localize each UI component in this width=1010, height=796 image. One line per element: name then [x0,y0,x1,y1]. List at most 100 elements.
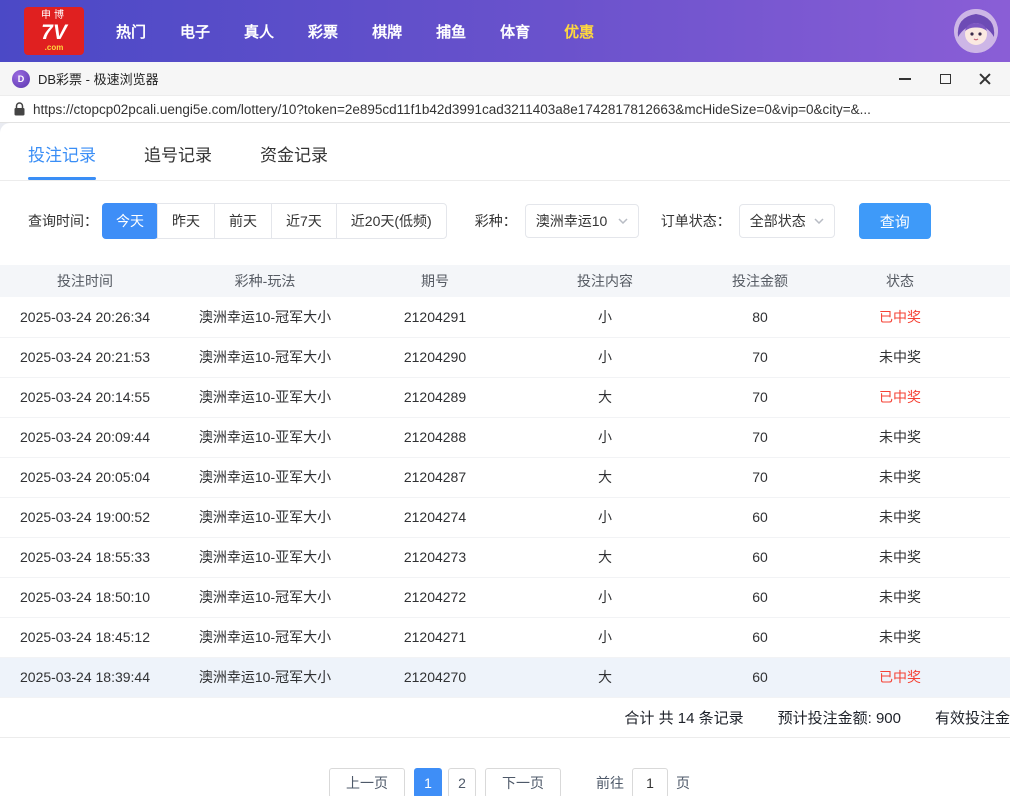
time-option[interactable]: 今天 [102,203,158,239]
minimize-icon[interactable] [898,72,912,86]
table-row: 2025-03-24 20:26:34 澳洲幸运10-冠军大小 21204291 小 8… [0,297,1010,338]
summary-expected-amount: 预计投注金额: 900 [777,709,901,727]
cell-content: 小 [510,577,700,618]
record-tabs: 投注记录 追号记录 资金记录 [0,123,1010,181]
main-nav: 热门 电子 真人 彩票 棋牌 捕鱼 体育 优惠 [114,15,596,48]
table-row: 2025-03-24 20:09:44 澳洲幸运10-亚军大小 21204288 小 7… [0,417,1010,458]
page-number[interactable]: 1 [414,767,442,796]
table-row: 2025-03-24 20:14:55 澳洲幸运10-亚军大小 21204289 大 7… [0,377,1010,418]
browser-favicon-icon: D [12,69,30,88]
table-row: 2025-03-24 19:00:52 澳洲幸运10-亚军大小 21204274 小 6… [0,497,1010,538]
time-option[interactable]: 前天 [214,204,271,238]
nav-item[interactable]: 真人 [242,15,276,48]
cell-status: 未中奖 [820,497,1010,538]
bet-table-body: 2025-03-24 20:26:34 澳洲幸运10-冠军大小 21204291 小 8… [0,297,1010,698]
table-row: 2025-03-24 18:45:12 澳洲幸运10-冠军大小 21204271 小 6… [0,617,1010,658]
header-content: 投注内容 [510,265,700,297]
tab-chase-records[interactable]: 追号记录 [144,141,212,180]
order-status-value: 全部状态 [749,213,806,229]
header-amount: 投注金额 [700,265,820,297]
cell-game: 澳洲幸运10-亚军大小 [170,537,360,578]
cell-issue: 21204290 [360,337,510,378]
content-panel: 投注记录 追号记录 资金记录 查询时间： 今天 昨天 前天 近7天 近20天(低频) 彩… [0,123,1010,796]
url-text[interactable]: https://ctopcp02pcali.uengi5e.com/lotter… [33,102,871,117]
cell-status: 已中奖 [820,377,1010,418]
cell-status: 未中奖 [820,337,1010,378]
table-header: 投注时间 彩种-玩法 期号 投注内容 投注金额 状态 [0,265,1010,297]
time-option[interactable]: 昨天 [157,204,214,238]
cell-status: 已中奖 [820,657,1010,698]
cell-time: 2025-03-24 18:45:12 [0,617,170,658]
tab-bet-records[interactable]: 投注记录 [28,141,96,180]
cell-amount: 60 [700,577,820,618]
cell-time: 2025-03-24 20:09:44 [0,417,170,458]
time-option[interactable]: 近20天(低频) [335,204,446,238]
query-button[interactable]: 查询 [858,203,931,239]
browser-urlbar[interactable]: https://ctopcp02pcali.uengi5e.com/lotter… [0,96,1010,123]
cell-game: 澳洲幸运10-冠军大小 [170,617,360,658]
page-numbers: 12 [414,767,476,796]
cell-amount: 80 [700,297,820,338]
nav-item[interactable]: 彩票 [306,15,340,48]
goto-page-input[interactable] [632,767,668,796]
nav-item[interactable]: 热门 [114,15,148,48]
cell-amount: 70 [700,417,820,458]
cell-game: 澳洲幸运10-冠军大小 [170,297,360,338]
tab-fund-records[interactable]: 资金记录 [260,141,328,180]
summary-bar: 合计 共 14 条记录 预计投注金额: 900 有效投注金 [0,698,1010,738]
cell-issue: 21204287 [360,457,510,498]
cell-amount: 70 [700,457,820,498]
header-game: 彩种-玩法 [170,265,360,297]
pagination: 上一页 12 下一页 前往 页 [0,767,1010,796]
lottery-filter-label: 彩种： [474,213,517,229]
user-avatar[interactable] [954,9,998,53]
cell-amount: 60 [700,617,820,658]
cell-game: 澳洲幸运10-冠军大小 [170,657,360,698]
cell-issue: 21204270 [360,657,510,698]
cell-issue: 21204291 [360,297,510,338]
nav-item[interactable]: 棋牌 [370,15,404,48]
nav-item[interactable]: 优惠 [562,15,596,48]
page-number[interactable]: 2 [448,767,476,796]
site-topnav: 申博 7V .com 热门 电子 真人 彩票 棋牌 捕鱼 体育 优惠 [0,0,1010,62]
cell-issue: 21204271 [360,617,510,658]
cell-content: 小 [510,337,700,378]
status-filter-label: 订单状态： [660,213,731,229]
cell-status: 未中奖 [820,577,1010,618]
cell-time: 2025-03-24 18:39:44 [0,657,170,698]
cell-status: 未中奖 [820,537,1010,578]
bet-records-table: 投注时间 彩种-玩法 期号 投注内容 投注金额 状态 2025-03-24 20… [0,265,1010,698]
cell-content: 小 [510,617,700,658]
table-row: 2025-03-24 20:21:53 澳洲幸运10-冠军大小 21204290 小 7… [0,337,1010,378]
summary-valid-amount: 有效投注金 [934,709,1010,727]
chevron-down-icon [814,218,824,224]
filter-bar: 查询时间： 今天 昨天 前天 近7天 近20天(低频) 彩种： 澳洲幸运10 订单状态：… [28,203,982,239]
header-status: 状态 [820,265,1010,297]
cell-time: 2025-03-24 20:05:04 [0,457,170,498]
page-background: 投注记录 追号记录 资金记录 查询时间： 今天 昨天 前天 近7天 近20天(低频) 彩… [0,123,1010,796]
cell-issue: 21204289 [360,377,510,418]
cell-amount: 60 [700,657,820,698]
next-page-button[interactable]: 下一页 [485,767,561,796]
nav-item[interactable]: 电子 [178,15,212,48]
cell-content: 小 [510,497,700,538]
maximize-icon[interactable] [938,72,952,86]
nav-item[interactable]: 体育 [498,15,532,48]
nav-item[interactable]: 捕鱼 [434,15,468,48]
chevron-down-icon [618,218,628,224]
lottery-select[interactable]: 澳洲幸运10 [524,204,639,238]
lottery-select-value: 澳洲幸运10 [535,213,608,229]
cell-status: 未中奖 [820,457,1010,498]
close-icon[interactable] [978,72,992,86]
time-filter-label: 查询时间： [28,213,98,229]
lock-icon [14,102,25,116]
cell-content: 大 [510,657,700,698]
browser-titlebar: D DB彩票 - 极速浏览器 [0,62,1010,96]
prev-page-button[interactable]: 上一页 [329,767,405,796]
goto-suffix: 页 [676,774,690,791]
site-logo[interactable]: 申博 7V .com [24,7,84,55]
order-status-select[interactable]: 全部状态 [738,204,835,238]
cell-content: 大 [510,537,700,578]
cell-amount: 60 [700,497,820,538]
time-option[interactable]: 近7天 [271,204,336,238]
